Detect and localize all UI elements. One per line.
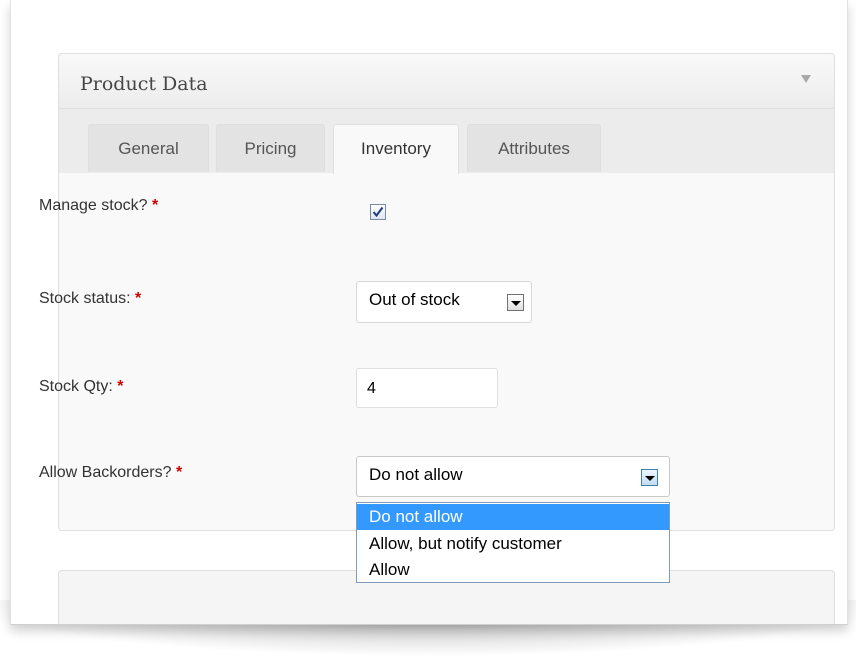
stock-qty-input[interactable]: 4 xyxy=(356,368,498,408)
checkmark-icon xyxy=(372,206,384,218)
stock-qty-label: Stock Qty: * xyxy=(39,378,124,395)
screenshot-card: Product Data General Pricing Inventory A… xyxy=(10,0,848,625)
option-allow[interactable]: Allow xyxy=(357,557,669,583)
triangle-down-icon[interactable] xyxy=(799,72,813,86)
manage-stock-label: Manage stock? * xyxy=(39,197,159,214)
required-mark: * xyxy=(117,378,124,395)
required-mark: * xyxy=(151,197,159,214)
metabox-header[interactable]: Product Data xyxy=(59,54,834,109)
required-mark: * xyxy=(175,464,183,481)
manage-stock-checkbox[interactable] xyxy=(370,204,386,220)
tab-general[interactable]: General xyxy=(88,124,209,172)
option-do-not-allow[interactable]: Do not allow xyxy=(357,504,669,530)
option-allow-notify[interactable]: Allow, but notify customer xyxy=(357,531,669,557)
allow-backorders-label: Allow Backorders? * xyxy=(39,464,183,481)
tab-attributes[interactable]: Attributes xyxy=(467,124,601,172)
chevron-down-icon[interactable] xyxy=(641,469,658,486)
stock-status-label: Stock status: * xyxy=(39,290,142,307)
stock-status-select[interactable]: Out of stock xyxy=(356,281,532,323)
backorders-dropdown-list: Do not allow Allow, but notify customer … xyxy=(356,502,670,583)
allow-backorders-value: Do not allow xyxy=(369,465,463,484)
stock-status-value: Out of stock xyxy=(369,290,460,309)
tab-inventory[interactable]: Inventory xyxy=(333,124,459,174)
tab-pricing[interactable]: Pricing xyxy=(216,124,325,172)
allow-backorders-select[interactable]: Do not allow xyxy=(356,456,670,497)
required-mark: * xyxy=(135,290,142,307)
metabox-title: Product Data xyxy=(80,73,208,95)
chevron-down-icon[interactable] xyxy=(507,294,524,311)
